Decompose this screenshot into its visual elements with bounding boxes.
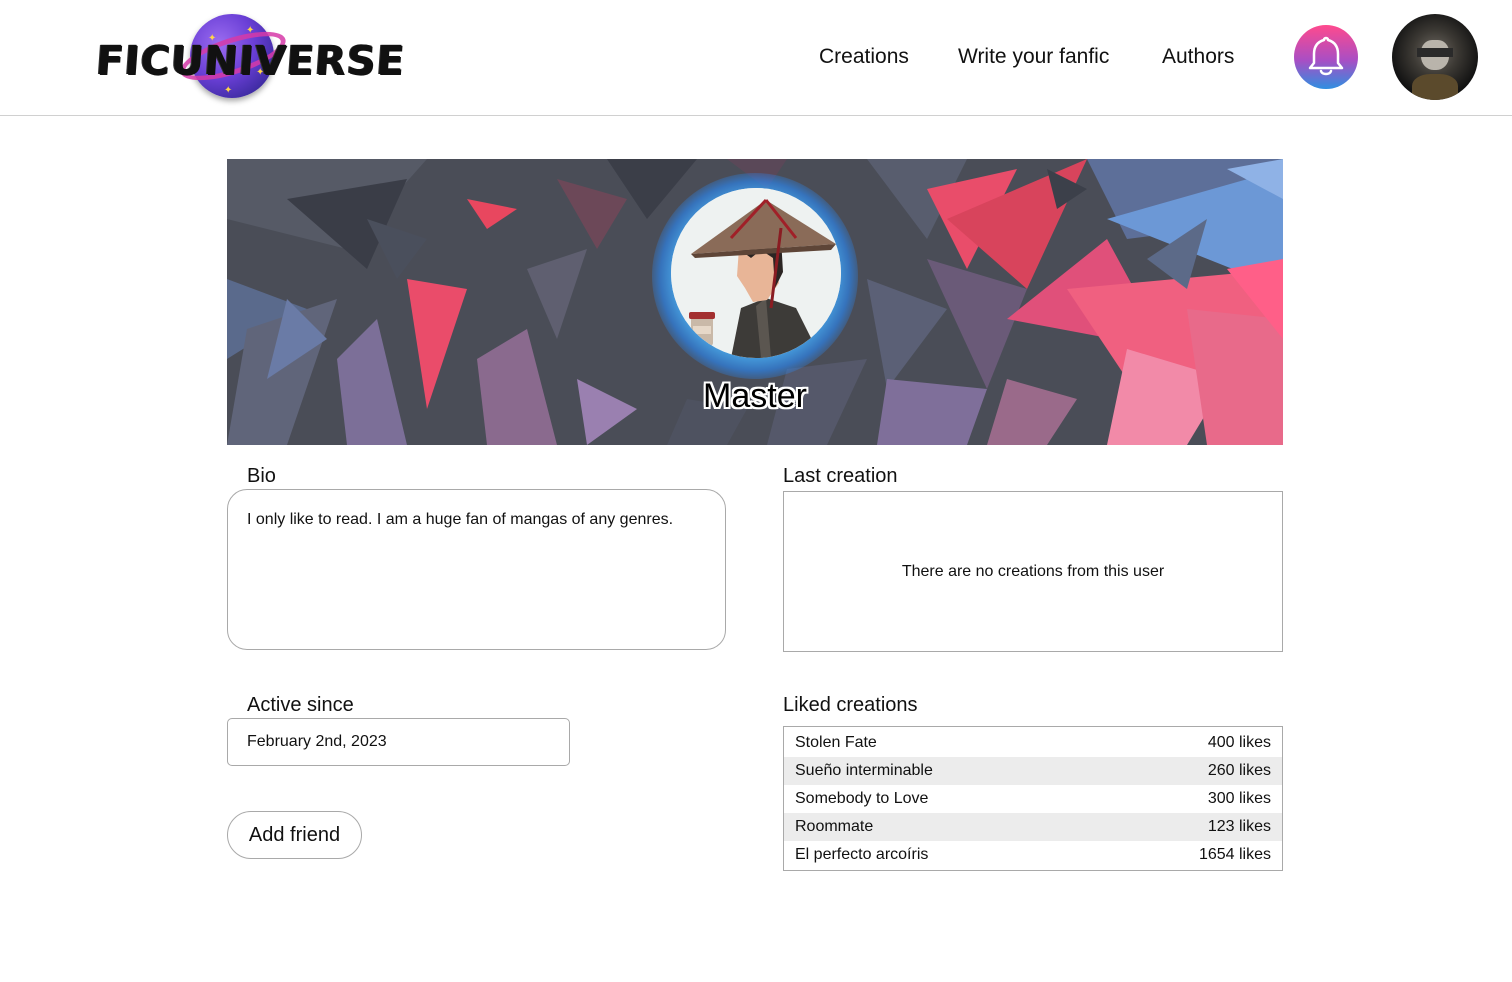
liked-creation-title: Sueño interminable	[795, 762, 933, 779]
liked-creation-likes: 1654 likes	[1198, 846, 1271, 863]
liked-creations-heading: Liked creations	[783, 694, 918, 716]
notifications-button[interactable]	[1294, 25, 1358, 89]
user-avatar[interactable]	[1392, 14, 1478, 100]
nav-creations[interactable]: Creations	[819, 42, 909, 72]
profile-character-illustration	[671, 188, 841, 358]
last-creation-panel: There are no creations from this user	[783, 491, 1283, 652]
liked-creation-likes: 123 likes	[1207, 818, 1271, 835]
top-navigation-bar: ✦ ✦ ✦ ✦ FICUNIVERSE Creations Write your…	[0, 0, 1512, 116]
liked-creation-title: Roommate	[795, 818, 874, 835]
bio-text-box: I only like to read. I am a huge fan of …	[227, 489, 726, 650]
active-since-field: February 2nd, 2023	[227, 718, 570, 766]
star-icon: ✦	[246, 25, 255, 36]
avatar-body	[1412, 74, 1458, 100]
profile-username: Master	[703, 377, 807, 415]
list-item[interactable]: Sueño interminable 260 likes	[784, 757, 1282, 785]
last-creation-heading: Last creation	[783, 465, 898, 487]
liked-creation-title: Somebody to Love	[795, 790, 929, 807]
logo-text: FICUNIVERSE	[94, 38, 407, 84]
last-creation-empty-message: There are no creations from this user	[901, 562, 1165, 580]
profile-banner: Master	[227, 159, 1283, 445]
active-since-heading: Active since	[247, 694, 354, 716]
list-item[interactable]: El perfecto arcoíris 1654 likes	[784, 841, 1282, 869]
list-item[interactable]: Somebody to Love 300 likes	[784, 785, 1282, 813]
nav-authors[interactable]: Authors	[1162, 42, 1234, 72]
liked-creation-likes: 400 likes	[1207, 734, 1271, 751]
liked-creations-list: Stolen Fate 400 likes Sueño interminable…	[783, 726, 1283, 871]
avatar-mask	[1417, 48, 1453, 57]
add-friend-button[interactable]: Add friend	[227, 811, 362, 859]
profile-picture	[671, 188, 841, 358]
ficuniverse-logo[interactable]: ✦ ✦ ✦ ✦ FICUNIVERSE	[94, 8, 407, 110]
nav-write-your-fanfic[interactable]: Write your fanfic	[958, 42, 1109, 72]
bell-icon	[1308, 36, 1344, 76]
list-item[interactable]: Stolen Fate 400 likes	[784, 729, 1282, 757]
liked-creation-likes: 300 likes	[1207, 790, 1271, 807]
list-item[interactable]: Roommate 123 likes	[784, 813, 1282, 841]
active-since-value: February 2nd, 2023	[247, 733, 387, 750]
liked-creation-title: Stolen Fate	[795, 734, 877, 751]
liked-creation-likes: 260 likes	[1207, 762, 1271, 779]
bio-heading: Bio	[247, 465, 276, 487]
bio-text: I only like to read. I am a huge fan of …	[247, 511, 674, 528]
liked-creation-title: El perfecto arcoíris	[795, 846, 929, 863]
